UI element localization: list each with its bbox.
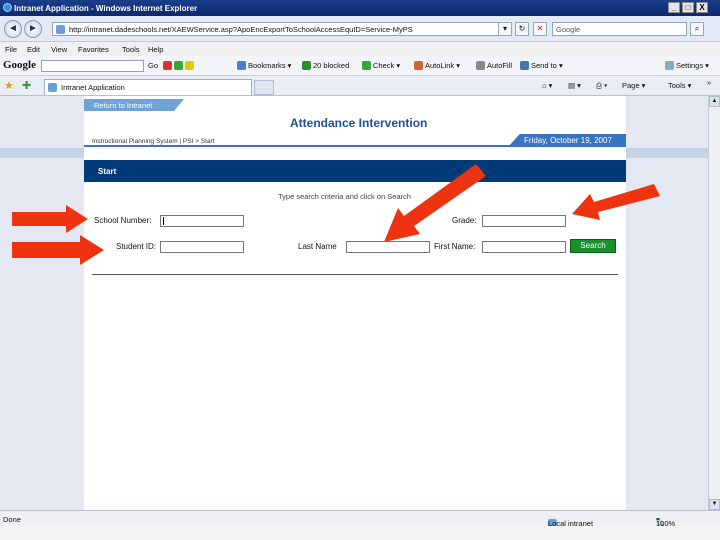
settings-button[interactable]: Settings ▾ [665, 61, 709, 70]
popup-icon [185, 61, 194, 70]
link-icon [414, 61, 423, 70]
menu-tools[interactable]: Tools [122, 45, 140, 54]
menu-favorites[interactable]: Favorites [78, 45, 109, 54]
zoom-level[interactable]: 🔍 100% ▾ [656, 515, 675, 528]
address-bar: ◄ ► http://intranet.dadeschools.net/XAEW… [0, 16, 720, 42]
status-bar: Done Local intranet 🔍 100% ▾ [0, 510, 720, 528]
favorites-star-icon[interactable]: ★ [4, 79, 14, 92]
url-field[interactable]: http://intranet.dadeschools.net/XAEWServ… [52, 22, 507, 36]
tab-favicon-icon [48, 83, 57, 92]
print-icon[interactable]: ⎙ ▾ [596, 81, 607, 91]
page-menu[interactable]: Page ▾ [622, 81, 645, 90]
return-to-intranet-link[interactable]: Return to Intranet [84, 99, 184, 111]
bookmarks-button[interactable]: Bookmarks ▾ [237, 61, 291, 70]
google-toolbar: Google Go Bookmarks ▾ 20 blocked Check ▾… [0, 56, 720, 76]
search-magnifier-icon[interactable]: ⌕ [690, 22, 704, 36]
close-button[interactable]: X [696, 2, 708, 13]
grade-input[interactable] [482, 215, 566, 227]
scroll-up-icon[interactable]: ▲ [709, 96, 720, 107]
student-id-label: Student ID: [116, 242, 157, 251]
url-text: http://intranet.dadeschools.net/XAEWServ… [69, 25, 413, 34]
tab-intranet-application[interactable]: Intranet Application [44, 79, 252, 95]
home-icon[interactable]: ⌂ ▾ [542, 81, 552, 90]
last-name-label: Last Name [298, 242, 337, 251]
autofill-icon [476, 61, 485, 70]
google-go-button[interactable]: Go [148, 61, 158, 70]
page-favicon-icon [56, 25, 65, 34]
web-search-input[interactable]: Google [552, 22, 687, 36]
checkmark-icon [362, 61, 371, 70]
wrench-icon [665, 61, 674, 70]
window-title: Intranet Application - Windows Internet … [14, 4, 198, 13]
feeds-icon[interactable]: ▤ ▾ [568, 81, 581, 90]
tab-label: Intranet Application [61, 83, 125, 92]
breadcrumb: Instructional Planning System | PSI > St… [92, 138, 215, 145]
tools-menu[interactable]: Tools ▾ [668, 81, 691, 90]
stop-icon[interactable]: ✕ [533, 22, 547, 36]
new-tab-button[interactable] [254, 80, 274, 95]
back-arrow-icon[interactable]: ◄ [4, 20, 22, 38]
star-icon [237, 61, 246, 70]
add-favorite-icon[interactable]: ✚ [22, 79, 31, 92]
tab-bar: ★ ✚ Intranet Application ⌂ ▾ ▤ ▾ ⎙ ▾ Pag… [0, 76, 720, 96]
forward-arrow-icon[interactable]: ► [24, 20, 42, 38]
minimize-button[interactable]: _ [668, 2, 680, 13]
arrow-to-student-id-icon [12, 235, 104, 265]
window-title-bar: Intranet Application - Windows Internet … [0, 0, 720, 16]
screen-bottom [0, 526, 720, 540]
student-id-input[interactable] [160, 241, 244, 253]
status-text: Done [3, 515, 21, 524]
toolbar-icons[interactable] [163, 61, 196, 70]
pagerank-icon [163, 61, 172, 70]
send-icon [520, 61, 529, 70]
send-to-button[interactable]: Send to ▾ [520, 61, 563, 70]
first-name-input[interactable] [482, 241, 566, 253]
page-content: Return to Intranet Attendance Interventi… [84, 96, 626, 510]
school-number-input[interactable] [160, 215, 244, 227]
refresh-icon[interactable]: ↻ [515, 22, 529, 36]
arrow-to-last-name-icon [384, 164, 486, 242]
maximize-button[interactable]: □ [682, 2, 694, 13]
google-logo: Google [3, 59, 36, 71]
url-dropdown-icon[interactable]: ▾ [498, 22, 512, 36]
scroll-down-icon[interactable]: ▼ [709, 499, 720, 510]
menu-file[interactable]: File [5, 45, 17, 54]
popup-blocker[interactable]: 20 blocked [302, 61, 349, 70]
spellcheck-button[interactable]: Check ▾ [362, 61, 400, 70]
highlight-icon [174, 61, 183, 70]
shield-icon [302, 61, 311, 70]
google-search-input[interactable] [41, 60, 144, 72]
page-viewport: Return to Intranet Attendance Interventi… [0, 96, 708, 510]
autofill-button[interactable]: AutoFill [476, 61, 512, 70]
section-header: Start [84, 160, 626, 182]
menu-view[interactable]: View [51, 45, 67, 54]
search-button[interactable]: Search [570, 239, 616, 253]
more-commands-icon[interactable]: » [707, 78, 711, 87]
date-banner: Friday, October 19, 2007 [508, 134, 626, 147]
arrow-to-school-number-icon [12, 205, 88, 233]
form-divider [92, 274, 618, 275]
ie-logo-icon [3, 3, 12, 12]
autolink-button[interactable]: AutoLink ▾ [414, 61, 460, 70]
vertical-scrollbar[interactable]: ▲ ▼ [708, 96, 720, 510]
menu-help[interactable]: Help [148, 45, 163, 54]
arrow-to-grade-icon [572, 184, 660, 220]
page-title: Attendance Intervention [290, 116, 428, 130]
school-number-label: School Number: [94, 216, 152, 225]
menu-edit[interactable]: Edit [27, 45, 40, 54]
menu-bar: File Edit View Favorites Tools Help [0, 42, 720, 56]
